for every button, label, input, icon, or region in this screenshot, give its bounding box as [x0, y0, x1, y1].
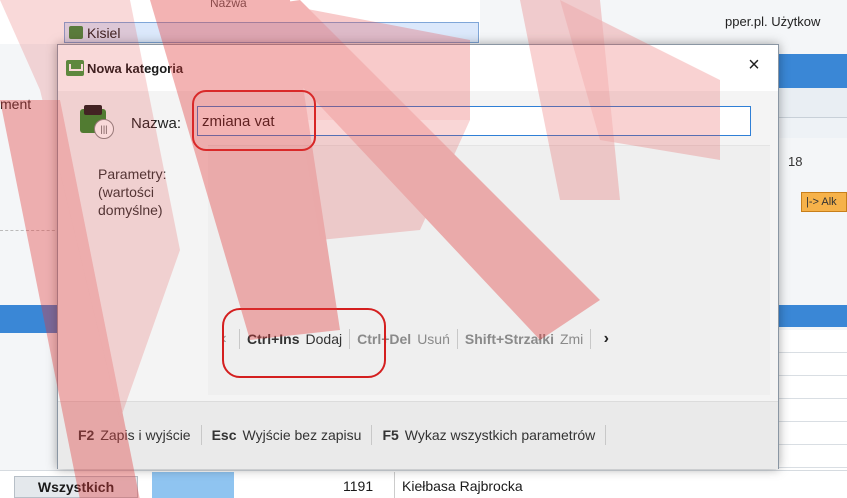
right-panel-title: pper.pl. Użytkow	[725, 14, 821, 29]
add-button[interactable]: Ctrl+Ins Dodaj	[247, 331, 342, 347]
all-parameters-button[interactable]: F5 Wykaz wszystkich parametrów	[382, 427, 595, 443]
exit-shortcut: Esc	[211, 427, 237, 443]
parameters-area[interactable]	[208, 145, 770, 395]
list-header-name[interactable]: Nazwa	[210, 0, 247, 10]
name-input[interactable]	[197, 106, 751, 136]
change-button[interactable]: Shift+Strzałki Zmi	[465, 331, 583, 347]
all-parameters-shortcut: F5	[382, 427, 399, 443]
toolbar-separator	[349, 329, 351, 349]
left-panel-header	[0, 305, 60, 333]
change-label: Zmi	[559, 331, 584, 347]
toolbar-separator	[590, 329, 592, 349]
row-name[interactable]: Kiełbasa Rajbrocka	[402, 478, 523, 494]
dialog-title: Nowa kategoria	[87, 60, 184, 76]
footer-separator	[371, 425, 373, 445]
right-panel-strip-2	[776, 118, 847, 138]
cart-icon	[66, 60, 84, 76]
parameters-label: Parametry: (wartości domyślne)	[98, 166, 167, 218]
scroll-left-button[interactable]: ‹	[216, 330, 232, 348]
delete-shortcut: Ctrl+Del	[357, 331, 412, 347]
list-item-selected[interactable]: Kisiel	[64, 22, 479, 43]
toolbar-separator	[239, 329, 240, 349]
row-number: 1191	[343, 478, 374, 494]
left-panel-divider	[0, 230, 60, 300]
category-register-icon: |||	[80, 105, 114, 139]
add-shortcut: Ctrl+Ins	[247, 331, 300, 347]
badge-icon: |||	[94, 119, 114, 139]
delete-label: Usuń	[417, 331, 450, 347]
parameters-toolbar: ‹ Ctrl+Ins Dodaj Ctrl+Del Usuń Shift+Str…	[216, 326, 736, 352]
close-button[interactable]: ×	[742, 53, 766, 77]
column-separator	[394, 472, 395, 498]
footer-separator	[605, 425, 607, 445]
right-panel-strip	[776, 88, 847, 118]
right-panel-rows	[776, 330, 847, 470]
exit-label: Wyjście bez zapisu	[242, 427, 362, 443]
scroll-right-button[interactable]: ›	[598, 330, 614, 348]
right-panel-header	[776, 54, 847, 88]
tab-all[interactable]: Wszystkich	[14, 476, 138, 498]
right-panel-header-2	[776, 305, 847, 327]
save-and-exit-button[interactable]: F2 Zapis i wyjście	[78, 427, 191, 443]
footer-separator	[200, 425, 202, 445]
change-shortcut: Shift+Strzałki	[464, 331, 554, 347]
save-label: Zapis i wyjście	[100, 427, 191, 443]
save-shortcut: F2	[78, 427, 95, 443]
right-panel-button[interactable]: |-> Alk	[801, 192, 847, 212]
new-category-dialog: Nowa kategoria × ||| Nazwa: Parametry: (…	[57, 44, 779, 469]
all-parameters-label: Wykaz wszystkich parametrów	[404, 427, 596, 443]
name-label: Nazwa:	[131, 115, 182, 132]
list-item-label: Kisiel	[87, 24, 121, 41]
toolbar-separator	[456, 329, 458, 349]
right-panel-number: 18	[788, 154, 803, 169]
dialog-title-bar[interactable]: Nowa kategoria	[58, 45, 778, 91]
exit-without-saving-button[interactable]: Esc Wyjście bez zapisu	[212, 427, 362, 443]
category-icon	[69, 26, 83, 39]
add-label: Dodaj	[305, 331, 343, 347]
filter-chip[interactable]	[152, 472, 234, 498]
left-panel-text: ment	[0, 96, 32, 112]
delete-button[interactable]: Ctrl+Del Usuń	[357, 331, 450, 347]
footer-shortcuts: F2 Zapis i wyjście Esc Wyjście bez zapis…	[78, 425, 616, 445]
dialog-footer: F2 Zapis i wyjście Esc Wyjście bez zapis…	[58, 401, 778, 469]
